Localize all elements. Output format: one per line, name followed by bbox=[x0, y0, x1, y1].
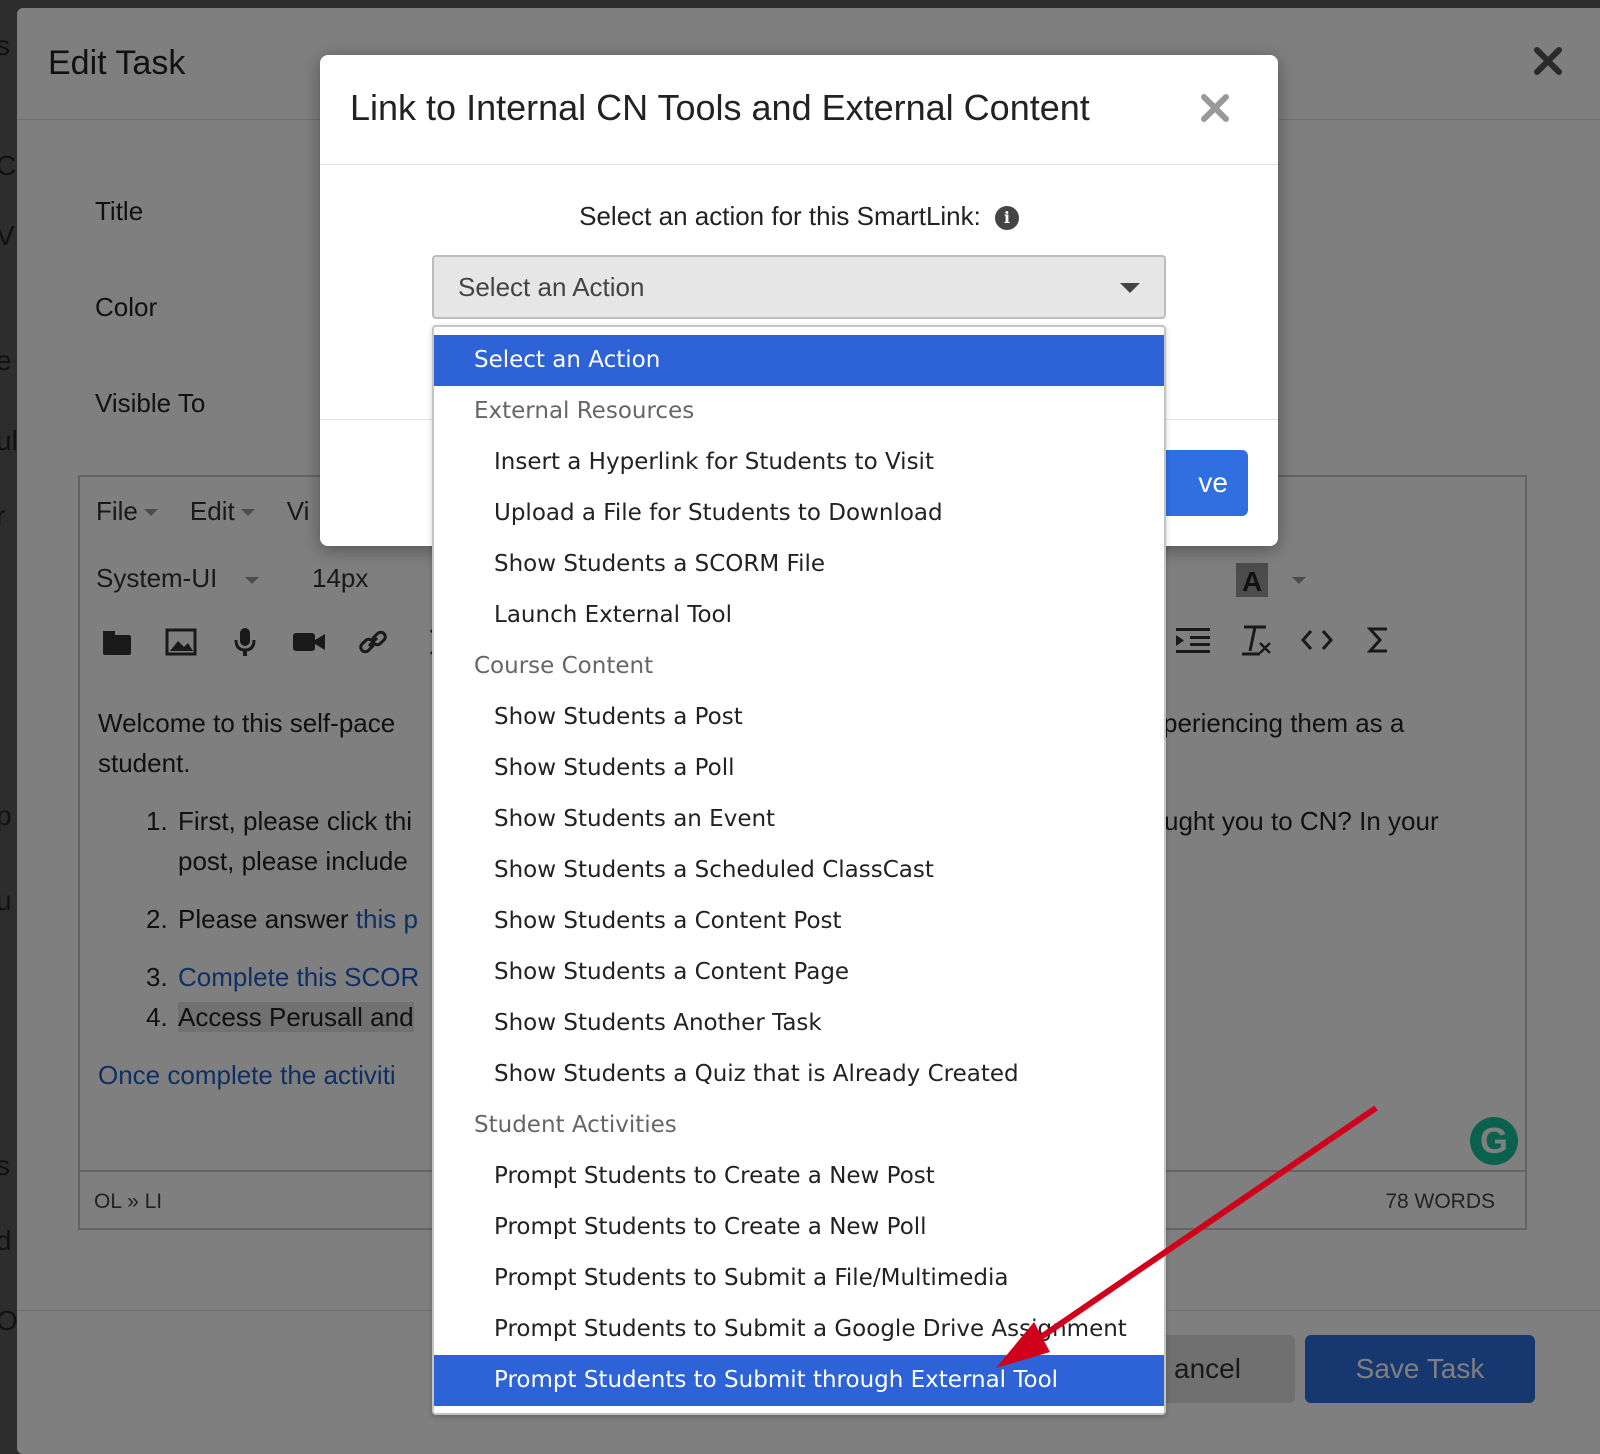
dropdown-option[interactable]: Upload a File for Students to Download bbox=[434, 488, 1164, 539]
dropdown-option[interactable]: Show Students a Content Page bbox=[434, 947, 1164, 998]
dropdown-option[interactable]: Show Students an Event bbox=[434, 794, 1164, 845]
action-prompt: Select an action for this SmartLink: i bbox=[320, 201, 1278, 232]
option-group-label: External Resources bbox=[474, 398, 695, 424]
smartlink-header: Link to Internal CN Tools and External C… bbox=[320, 55, 1278, 165]
dropdown-option[interactable]: Prompt Students to Create a New Poll bbox=[434, 1202, 1164, 1253]
dropdown-option[interactable]: Prompt Students to Create a New Post bbox=[434, 1151, 1164, 1202]
dropdown-option[interactable]: Show Students a Scheduled ClassCast bbox=[434, 845, 1164, 896]
dropdown-option[interactable]: Show Students a Poll bbox=[434, 743, 1164, 794]
action-dropdown-list: Select an Action External Resources Insert… bbox=[432, 325, 1166, 1415]
option-group-label: Student Activities bbox=[474, 1112, 677, 1138]
info-icon[interactable]: i bbox=[994, 206, 1019, 231]
dropdown-option[interactable]: Show Students a SCORM File bbox=[434, 539, 1164, 590]
dropdown-option[interactable]: Show Students a Post bbox=[434, 692, 1164, 743]
chevron-down-icon bbox=[1120, 283, 1140, 293]
close-icon[interactable] bbox=[1200, 93, 1230, 123]
dropdown-option[interactable]: Insert a Hyperlink for Students to Visit bbox=[434, 437, 1164, 488]
dropdown-option[interactable]: Prompt Students to Submit a Google Drive… bbox=[434, 1304, 1164, 1355]
dropdown-option[interactable]: Prompt Students to Submit a File/Multime… bbox=[434, 1253, 1164, 1304]
dropdown-option[interactable]: Launch External Tool bbox=[434, 590, 1164, 641]
action-select[interactable]: Select an Action bbox=[432, 255, 1166, 319]
dropdown-option[interactable]: Show Students a Content Post bbox=[434, 896, 1164, 947]
option-group-label: Course Content bbox=[474, 653, 654, 679]
dropdown-option[interactable]: Show Students Another Task bbox=[434, 998, 1164, 1049]
dropdown-option[interactable]: Select an Action bbox=[434, 335, 1164, 386]
dropdown-option[interactable]: Show Students a Quiz that is Already Cre… bbox=[434, 1049, 1164, 1100]
dropdown-option[interactable]: Prompt Students to Submit through Extern… bbox=[434, 1355, 1164, 1406]
smartlink-title: Link to Internal CN Tools and External C… bbox=[350, 87, 1090, 128]
